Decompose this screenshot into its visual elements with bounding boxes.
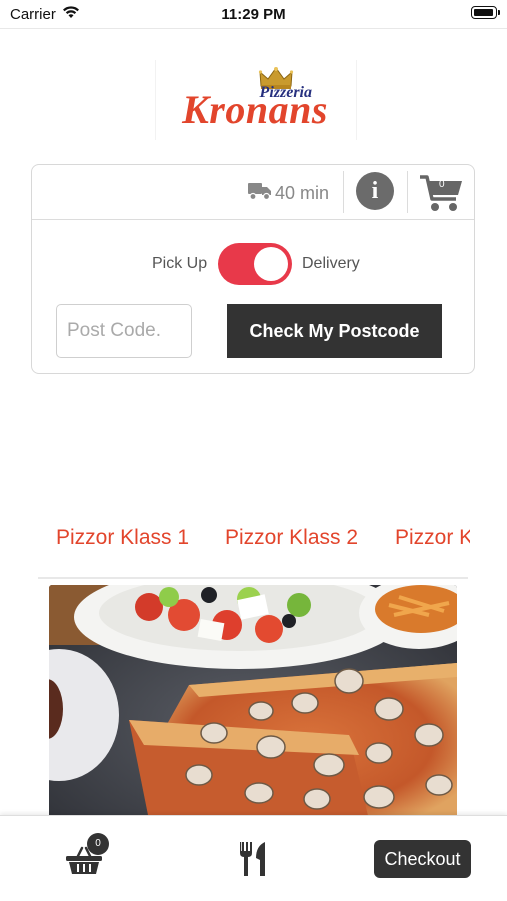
cart-button[interactable]: 0	[418, 171, 466, 215]
tab-pizzor-klass-3[interactable]: Pizzor Klass 3	[395, 526, 470, 550]
cart-icon	[420, 175, 462, 211]
toggle-knob	[254, 247, 288, 281]
cart-count: 0	[439, 179, 445, 190]
info-icon[interactable]: i	[356, 172, 394, 210]
logo-kronans-text: Kronans	[182, 87, 328, 132]
bottom-bar: 0 Checkout	[0, 815, 507, 901]
check-postcode-button[interactable]: Check My Postcode	[227, 304, 442, 358]
delivery-time: 40 min	[275, 183, 330, 203]
divider	[343, 171, 344, 213]
delivery-label: Delivery	[302, 255, 360, 272]
basket-count-badge: 0	[87, 833, 109, 855]
tab-pizzor-klass-2[interactable]: Pizzor Klass 2	[225, 526, 358, 550]
status-bar: Carrier 11:29 PM	[0, 0, 507, 28]
postcode-input[interactable]	[56, 304, 192, 358]
menu-icon[interactable]	[238, 842, 268, 876]
battery-icon	[471, 6, 500, 19]
food-image	[49, 585, 457, 820]
tabs-divider	[38, 577, 468, 579]
divider	[407, 171, 408, 213]
category-tabs: Pizzor Klass 1 Pizzor Klass 2 Pizzor Kla…	[0, 520, 470, 578]
pizza-photo	[49, 585, 457, 820]
tab-pizzor-klass-1[interactable]: Pizzor Klass 1	[56, 526, 189, 550]
truck-icon	[248, 183, 271, 201]
panel-divider	[32, 219, 474, 220]
pickup-label: Pick Up	[152, 255, 208, 272]
status-divider	[0, 28, 507, 29]
pickup-delivery-toggle[interactable]	[218, 243, 292, 285]
clock: 11:29 PM	[221, 6, 286, 23]
checkout-button[interactable]: Checkout	[374, 840, 471, 878]
delivery-panel: 40 min i 0 Pick Up Delivery Check My Pos…	[31, 164, 475, 374]
